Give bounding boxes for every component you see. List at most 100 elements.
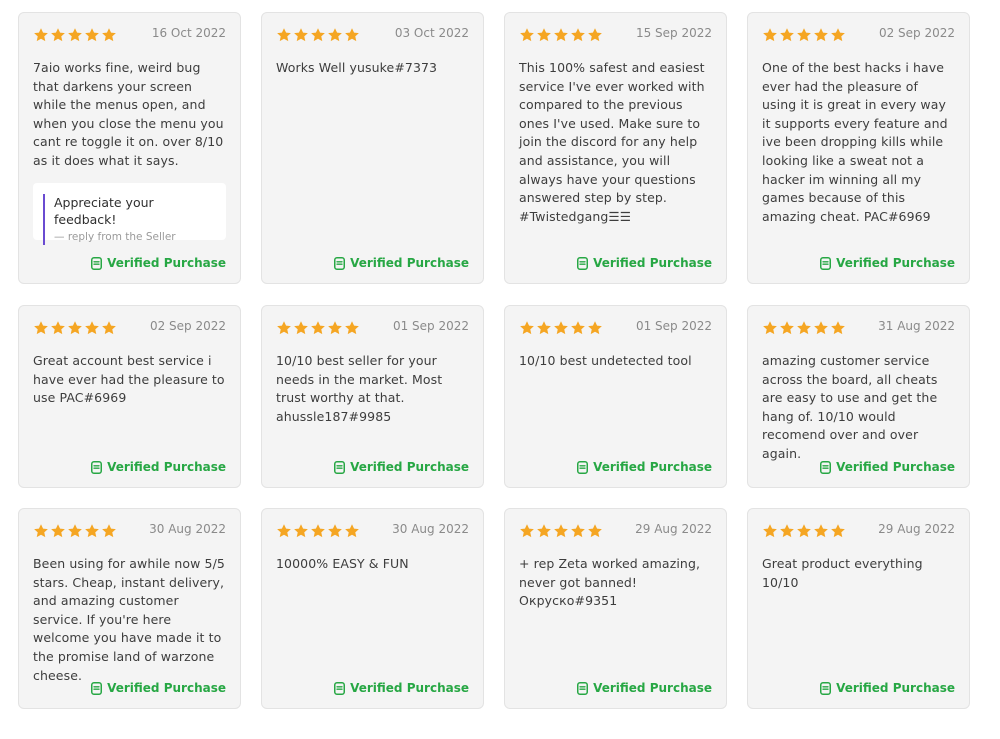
- review-date: 01 Sep 2022: [392, 319, 469, 333]
- star-icon: [33, 523, 49, 539]
- star-rating: [33, 27, 117, 43]
- star-rating: [519, 27, 603, 43]
- review-date: 01 Sep 2022: [635, 319, 712, 333]
- star-icon: [67, 27, 83, 43]
- star-icon: [570, 27, 586, 43]
- review-card: 29 Aug 2022 + rep Zeta worked amazing, n…: [504, 508, 727, 709]
- star-icon: [813, 523, 829, 539]
- verified-purchase-badge: Verified Purchase: [334, 681, 469, 695]
- review-date: 16 Oct 2022: [151, 26, 226, 40]
- star-icon: [344, 320, 360, 336]
- star-icon: [813, 27, 829, 43]
- verified-label: Verified Purchase: [350, 681, 469, 695]
- star-icon: [536, 27, 552, 43]
- star-icon: [33, 27, 49, 43]
- star-icon: [276, 320, 292, 336]
- star-icon: [101, 27, 117, 43]
- star-icon: [327, 320, 343, 336]
- star-icon: [587, 523, 603, 539]
- review-text: Great product everything 10/10: [762, 556, 923, 590]
- star-icon: [762, 523, 778, 539]
- verified-label: Verified Purchase: [593, 460, 712, 474]
- star-icon: [293, 27, 309, 43]
- star-icon: [587, 320, 603, 336]
- star-rating: [519, 523, 603, 539]
- receipt-check-icon: [91, 256, 103, 270]
- review-text: 10/10 best undetected tool: [519, 353, 692, 368]
- star-icon: [796, 523, 812, 539]
- review-text: One of the best hacks i have ever had th…: [762, 60, 948, 224]
- star-icon: [762, 27, 778, 43]
- review-date: 31 Aug 2022: [878, 319, 955, 333]
- star-icon: [830, 523, 846, 539]
- verified-purchase-badge: Verified Purchase: [334, 256, 469, 270]
- receipt-check-icon: [820, 256, 832, 270]
- verified-purchase-badge: Verified Purchase: [91, 681, 226, 695]
- review-date: 03 Oct 2022: [394, 26, 469, 40]
- verified-label: Verified Purchase: [836, 256, 955, 270]
- star-icon: [327, 523, 343, 539]
- star-icon: [67, 320, 83, 336]
- verified-purchase-badge: Verified Purchase: [577, 681, 712, 695]
- review-text: 7aio works fine, weird bug that darkens …: [33, 60, 224, 168]
- verified-label: Verified Purchase: [350, 460, 469, 474]
- star-icon: [67, 523, 83, 539]
- star-icon: [536, 523, 552, 539]
- receipt-check-icon: [577, 256, 589, 270]
- star-icon: [50, 320, 66, 336]
- review-date: 02 Sep 2022: [878, 26, 955, 40]
- review-text: 10000% EASY & FUN: [276, 556, 409, 571]
- review-date: 29 Aug 2022: [635, 522, 712, 536]
- star-rating: [762, 320, 846, 336]
- verified-purchase-badge: Verified Purchase: [91, 256, 226, 270]
- star-icon: [830, 27, 846, 43]
- review-card: 02 Sep 2022 Great account best service i…: [18, 305, 241, 488]
- star-icon: [536, 320, 552, 336]
- verified-purchase-badge: Verified Purchase: [91, 460, 226, 474]
- seller-reply: Appreciate your feedback! — reply from t…: [33, 183, 226, 245]
- star-rating: [276, 523, 360, 539]
- star-icon: [519, 523, 535, 539]
- review-text: Been using for awhile now 5/5 stars. Che…: [33, 556, 225, 683]
- star-icon: [50, 523, 66, 539]
- verified-label: Verified Purchase: [350, 256, 469, 270]
- review-text: Great account best service i have ever h…: [33, 353, 225, 406]
- review-text: amazing customer service across the boar…: [762, 353, 938, 461]
- star-rating: [33, 523, 117, 539]
- receipt-check-icon: [334, 681, 346, 695]
- star-icon: [519, 320, 535, 336]
- star-icon: [293, 523, 309, 539]
- star-icon: [276, 27, 292, 43]
- star-icon: [570, 320, 586, 336]
- review-card: 16 Oct 2022 7aio works fine, weird bug t…: [18, 12, 241, 284]
- review-date: 15 Sep 2022: [635, 26, 712, 40]
- verified-label: Verified Purchase: [107, 256, 226, 270]
- star-icon: [553, 27, 569, 43]
- review-card: 01 Sep 2022 10/10 best undetected tool V…: [504, 305, 727, 488]
- review-card: 01 Sep 2022 10/10 best seller for your n…: [261, 305, 484, 488]
- star-icon: [310, 523, 326, 539]
- receipt-check-icon: [577, 460, 589, 474]
- star-icon: [553, 320, 569, 336]
- review-date: 30 Aug 2022: [149, 522, 226, 536]
- review-card: 29 Aug 2022 Great product everything 10/…: [747, 508, 970, 709]
- verified-purchase-badge: Verified Purchase: [334, 460, 469, 474]
- review-text: Works Well yusuke#7373: [276, 60, 438, 75]
- review-date: 29 Aug 2022: [878, 522, 955, 536]
- star-icon: [84, 523, 100, 539]
- star-icon: [84, 320, 100, 336]
- review-card: 31 Aug 2022 amazing customer service acr…: [747, 305, 970, 488]
- verified-label: Verified Purchase: [107, 460, 226, 474]
- star-icon: [813, 320, 829, 336]
- review-text: This 100% safest and easiest service I'v…: [519, 60, 705, 224]
- star-icon: [101, 523, 117, 539]
- review-card: 02 Sep 2022 One of the best hacks i have…: [747, 12, 970, 284]
- verified-label: Verified Purchase: [593, 681, 712, 695]
- receipt-check-icon: [577, 681, 589, 695]
- seller-reply-text: Appreciate your feedback!: [54, 195, 154, 227]
- star-rating: [276, 27, 360, 43]
- star-icon: [570, 523, 586, 539]
- star-rating: [519, 320, 603, 336]
- star-rating: [276, 320, 360, 336]
- star-icon: [796, 320, 812, 336]
